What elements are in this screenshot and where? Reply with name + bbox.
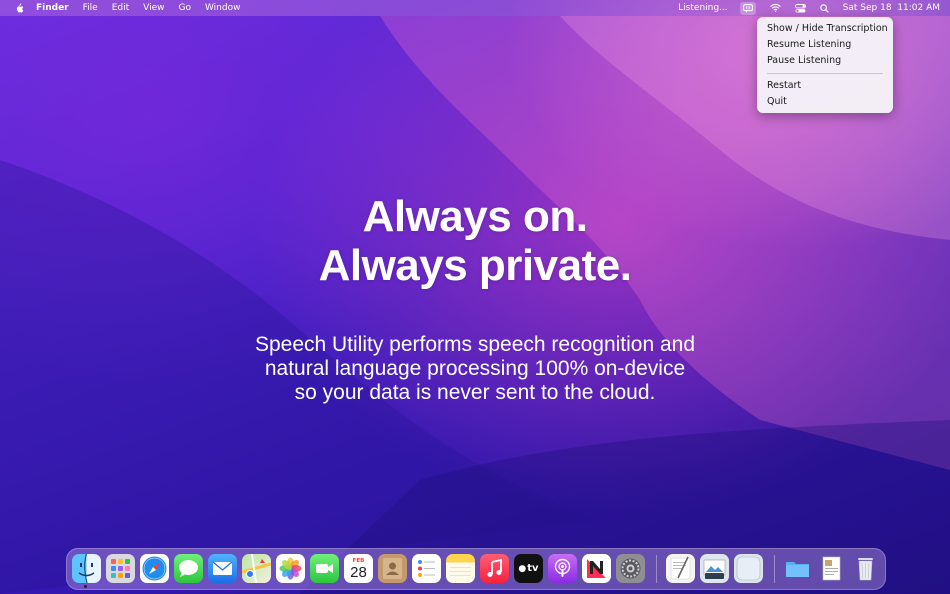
- preview-icon[interactable]: [700, 554, 729, 583]
- dock-separator: [656, 555, 657, 583]
- launchpad-icon[interactable]: [106, 554, 135, 583]
- menu-file[interactable]: File: [83, 3, 98, 13]
- wifi-icon[interactable]: [769, 4, 781, 12]
- menu-edit[interactable]: Edit: [112, 3, 129, 13]
- menu-bar: Finder File Edit View Go Window Listenin…: [0, 0, 950, 16]
- reminders-icon[interactable]: [412, 554, 441, 583]
- textedit-icon[interactable]: [666, 554, 695, 583]
- description-line: Speech Utility performs speech recogniti…: [254, 333, 696, 356]
- trash-icon[interactable]: [851, 554, 880, 583]
- menu-view[interactable]: View: [143, 3, 164, 13]
- menu-item-pause-listening[interactable]: Pause Listening: [767, 55, 841, 66]
- speech-utility-icon[interactable]: [739, 1, 756, 15]
- dock-separator: [774, 555, 775, 583]
- tv-label: tv: [527, 563, 539, 574]
- app-icon[interactable]: [734, 554, 763, 583]
- menu-separator: [767, 73, 883, 74]
- hero-description: Speech Utility performs speech recogniti…: [0, 333, 950, 405]
- facetime-icon[interactable]: [310, 554, 339, 583]
- speech-utility-menu: Show / Hide Transcription Resume Listeni…: [757, 17, 893, 113]
- mail-icon[interactable]: [208, 554, 237, 583]
- listening-status: Listening...: [678, 3, 728, 13]
- tv-icon[interactable]: ● tv: [514, 554, 543, 583]
- safari-icon[interactable]: [140, 554, 169, 583]
- description-line: natural language processing 100% on-devi…: [264, 357, 686, 380]
- notes-icon[interactable]: [446, 554, 475, 583]
- menu-go[interactable]: Go: [178, 3, 190, 13]
- system-preferences-icon[interactable]: [616, 554, 645, 583]
- downloads-folder-icon[interactable]: [783, 554, 812, 583]
- apple-icon[interactable]: [12, 3, 26, 14]
- menu-window[interactable]: Window: [205, 3, 241, 13]
- messages-icon[interactable]: [174, 554, 203, 583]
- hero-headline: Always on. Always private.: [0, 192, 950, 290]
- menu-item-resume-listening[interactable]: Resume Listening: [767, 39, 851, 50]
- calendar-icon[interactable]: FEB 28: [344, 554, 373, 583]
- spotlight-icon[interactable]: [819, 3, 829, 13]
- menu-item-show-hide-transcription[interactable]: Show / Hide Transcription: [767, 23, 888, 34]
- contacts-icon[interactable]: [378, 554, 407, 583]
- maps-icon[interactable]: [242, 554, 271, 583]
- description-line: so your data is never sent to the cloud.: [294, 381, 656, 404]
- document-stack-icon[interactable]: [817, 554, 846, 583]
- menu-item-restart[interactable]: Restart: [767, 80, 801, 91]
- music-icon[interactable]: [480, 554, 509, 583]
- finder-icon[interactable]: [72, 554, 101, 583]
- finder-running-indicator: [84, 585, 87, 588]
- dock: FEB 28 ● tv: [66, 548, 886, 590]
- menu-item-quit[interactable]: Quit: [767, 96, 787, 107]
- headline-line: Always on.: [362, 192, 588, 241]
- headline-line: Always private.: [318, 241, 632, 290]
- menu-app-name[interactable]: Finder: [36, 3, 69, 13]
- menubar-clock[interactable]: Sat Sep 18 11:02 AM: [843, 3, 940, 13]
- news-icon[interactable]: [582, 554, 611, 583]
- podcasts-icon[interactable]: [548, 554, 577, 583]
- photos-icon[interactable]: [276, 554, 305, 583]
- control-center-icon[interactable]: [794, 3, 806, 13]
- calendar-day: 28: [350, 563, 367, 581]
